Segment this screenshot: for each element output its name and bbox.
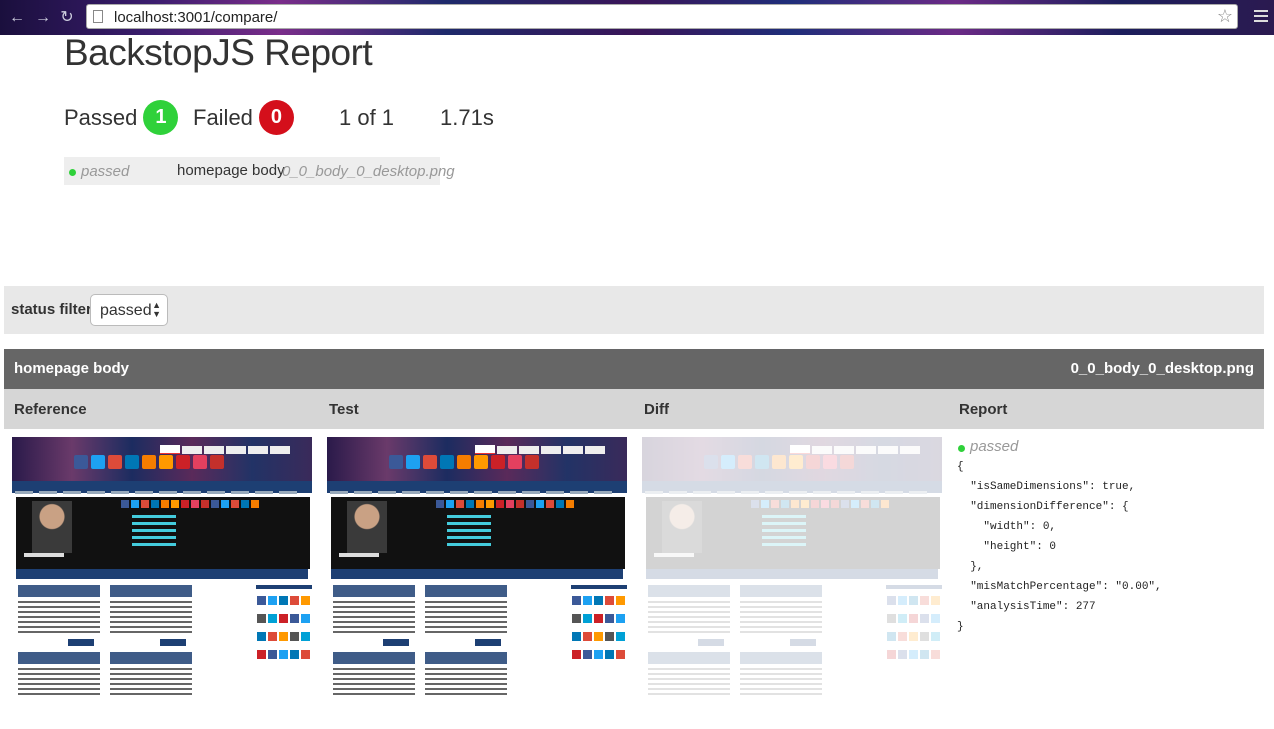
duration: 1.71s — [440, 105, 494, 130]
report-status-dot — [958, 445, 965, 452]
passed-count-badge: 1 — [143, 100, 179, 135]
filter-bar: status filter passed ▲ ▼ — [4, 286, 1264, 334]
mini-banner — [327, 437, 627, 481]
mini-article — [18, 585, 100, 698]
failed-label: Failed — [193, 105, 253, 130]
mini-article — [648, 585, 730, 698]
mini-sidebar — [886, 585, 942, 665]
column-headers: Reference Test Diff Report — [4, 389, 1264, 429]
mini-article — [333, 585, 415, 698]
diff-screenshot[interactable] — [642, 437, 942, 729]
mini-nav — [327, 481, 627, 494]
browser-toolbar: ← → ↻ localhost:3001/compare/ ☆ — [0, 0, 1274, 35]
passed-stat[interactable]: Passed 1 — [64, 100, 179, 136]
summary-status: passed — [81, 163, 130, 180]
mini-article — [740, 585, 822, 698]
reload-icon[interactable]: ↻ — [58, 9, 76, 27]
address-bar[interactable]: localhost:3001/compare/ ☆ — [86, 4, 1238, 29]
mini-carousel-dots — [16, 569, 308, 579]
menu-icon[interactable] — [1254, 10, 1268, 22]
status-filter-label: status filter — [11, 301, 92, 318]
report-status: passed — [957, 437, 1257, 457]
summary-label: homepage body — [177, 162, 285, 179]
mini-article — [425, 585, 507, 698]
mini-article — [110, 585, 192, 698]
failed-count-badge: 0 — [258, 100, 294, 135]
reference-screenshot[interactable] — [12, 437, 312, 729]
status-filter-value: passed — [100, 302, 152, 319]
mini-banner — [12, 437, 312, 481]
back-icon[interactable]: ← — [8, 9, 26, 27]
report-panel: passed { "isSameDimensions": true, "dime… — [957, 437, 1257, 637]
column-test: Test — [329, 401, 359, 418]
mini-carousel-dots — [646, 569, 938, 579]
summary-filename: 0_0_body_0_desktop.png — [282, 163, 455, 180]
passed-status-dot — [69, 169, 76, 176]
test-header: homepage body 0_0_body_0_desktop.png — [4, 349, 1264, 389]
forward-icon[interactable]: → — [34, 9, 52, 27]
page-title: BackstopJS Report — [64, 32, 373, 73]
report-status-text: passed — [970, 438, 1019, 455]
mini-sidebar — [256, 585, 312, 665]
select-arrows-icon: ▲ ▼ — [152, 300, 161, 319]
column-reference: Reference — [14, 401, 87, 418]
test-filename: 0_0_body_0_desktop.png — [1070, 360, 1254, 377]
column-report: Report — [959, 401, 1008, 418]
progress-count: 1 of 1 — [339, 105, 395, 130]
report-json: { "isSameDimensions": true, "dimensionDi… — [957, 461, 1162, 633]
test-label: homepage body — [14, 360, 130, 377]
test-screenshot[interactable] — [327, 437, 627, 729]
mini-nav — [12, 481, 312, 494]
mini-nav — [642, 481, 942, 494]
mini-banner — [642, 437, 942, 481]
failed-stat[interactable]: Failed 0 — [193, 100, 294, 136]
page-icon — [93, 10, 103, 23]
bookmark-star-icon[interactable]: ☆ — [1217, 6, 1233, 27]
url-text[interactable]: localhost:3001/compare/ — [114, 9, 277, 26]
mini-carousel-dots — [331, 569, 623, 579]
status-filter-select[interactable]: passed ▲ ▼ — [90, 294, 168, 326]
test-summary-row[interactable]: passed homepage body 0_0_body_0_desktop.… — [64, 157, 455, 185]
passed-label: Passed — [64, 105, 138, 130]
mini-sidebar — [571, 585, 627, 665]
column-diff: Diff — [644, 401, 669, 418]
